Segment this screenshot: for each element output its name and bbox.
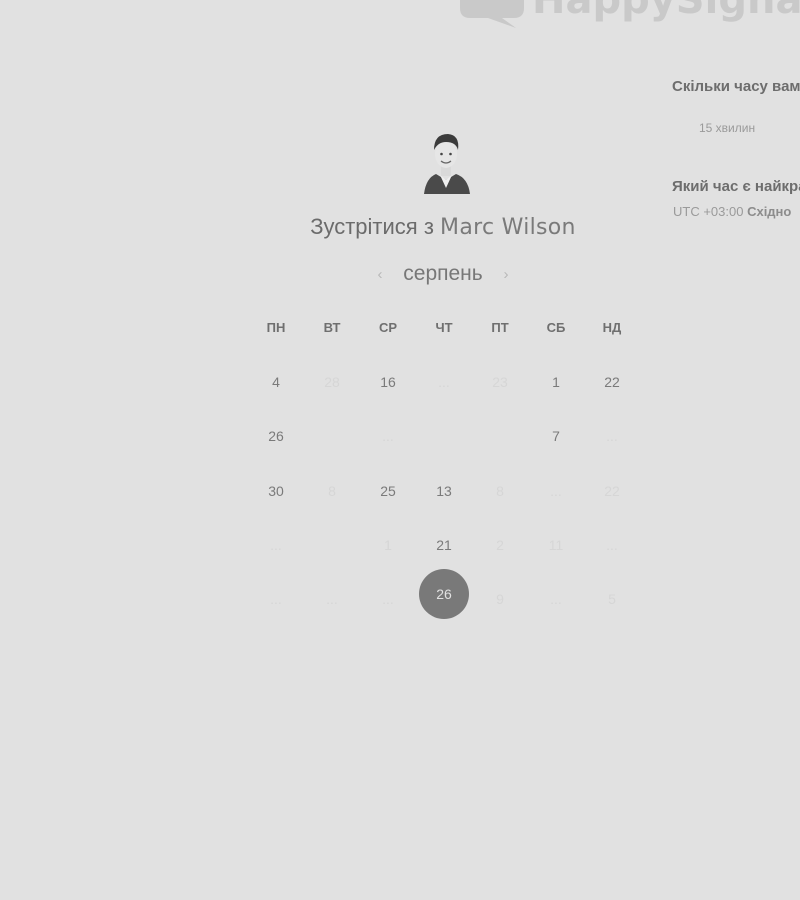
month-label: серпень <box>403 262 483 285</box>
calendar-day[interactable]: 25 <box>360 483 416 499</box>
calendar-day: ... <box>270 591 282 607</box>
calendar-day[interactable]: 30 <box>248 483 304 499</box>
calendar-week-2: 26 ... 7 ... <box>248 421 640 451</box>
calendar-day: ... <box>438 374 450 390</box>
calendar-day[interactable]: 21 <box>416 537 472 553</box>
meet-prefix: Зустрітися з <box>310 214 434 239</box>
host-avatar <box>420 128 472 194</box>
meeting-options-panel: Скільки часу вам 15 хвилин Який час є на… <box>672 0 800 240</box>
calendar-week-3: 30 8 25 13 8 ... 22 <box>248 476 640 506</box>
calendar-day[interactable]: 4 <box>248 374 304 390</box>
calendar-day: 1 <box>384 537 392 553</box>
page-title: Зустрітися з Marc Wilson <box>250 214 636 240</box>
calendar-day: 28 <box>324 374 340 390</box>
calendar-day: ... <box>270 537 282 553</box>
calendar-day[interactable]: 26 <box>248 428 304 444</box>
weekday-thu: ЧТ <box>435 320 453 335</box>
calendar-day: ... <box>326 591 338 607</box>
duration-option-15min[interactable]: 15 хвилин <box>699 121 755 135</box>
calendar-day: ... <box>606 428 618 444</box>
calendar-day-selected[interactable]: 26 <box>416 569 472 619</box>
duration-question: Скільки часу вам <box>672 78 800 95</box>
calendar-day: 11 <box>548 537 564 553</box>
calendar-day: 8 <box>328 483 336 499</box>
next-month-button[interactable]: › <box>496 266 516 283</box>
timezone-name: Східно <box>747 204 792 219</box>
calendar-day[interactable]: 1 <box>528 374 584 390</box>
calendar-day: ... <box>382 591 394 607</box>
calendar-day: 23 <box>492 374 508 390</box>
calendar-day: 22 <box>604 483 620 499</box>
weekday-tue: ВТ <box>323 320 341 335</box>
calendar-day[interactable]: 22 <box>584 374 640 390</box>
calendar-day[interactable]: 13 <box>416 483 472 499</box>
calendar-day: 8 <box>496 483 504 499</box>
calendar-day: ... <box>550 591 562 607</box>
calendar-day[interactable]: 7 <box>528 428 584 444</box>
calendar-day: ... <box>550 483 562 499</box>
calendar-week-1: 4 28 16 ... 23 1 22 <box>248 367 640 397</box>
calendar-day: ... <box>606 537 618 553</box>
prev-month-button[interactable]: ‹ <box>370 266 390 283</box>
timezone-offset: UTC +03:00 <box>673 204 744 219</box>
calendar-day: 5 <box>608 591 616 607</box>
weekday-mon: ПН <box>266 320 286 335</box>
brand-logo: HappySignals <box>452 0 800 32</box>
calendar-week-4: ... 1 21 2 11 ... <box>248 530 640 560</box>
calendar-day: 9 <box>496 591 504 607</box>
calendar-week-5: ... ... ... 26 9 ... 5 <box>248 569 640 619</box>
calendar-day[interactable]: 16 <box>360 374 416 390</box>
time-question: Який час є найкращ <box>672 178 800 195</box>
calendar-day: 2 <box>496 537 504 553</box>
weekday-wed: СР <box>378 320 398 335</box>
weekday-fri: ПТ <box>491 320 509 335</box>
selected-day-circle: 26 <box>419 569 469 619</box>
weekday-sun: НД <box>602 320 622 335</box>
speech-bubble-icon <box>460 0 524 28</box>
timezone-selector[interactable]: UTC +03:00 Східно <box>673 204 791 219</box>
weekday-header: ПН ВТ СР ЧТ ПТ СБ НД <box>248 320 640 335</box>
host-name: Marc Wilson <box>440 215 576 240</box>
month-navigation: ‹ серпень › <box>370 260 516 288</box>
weekday-sat: СБ <box>546 320 566 335</box>
calendar-day: ... <box>382 428 394 444</box>
